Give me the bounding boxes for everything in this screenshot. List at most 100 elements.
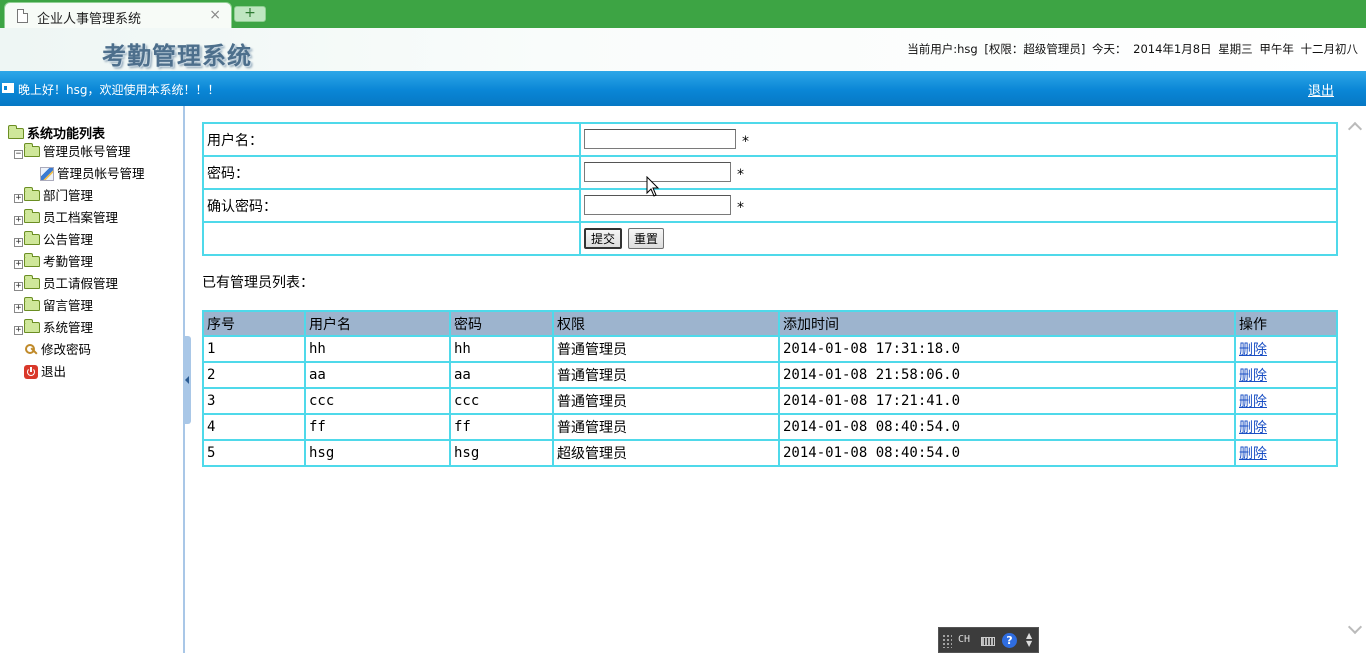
sidebar-item-admin-accounts[interactable]: − 管理员帐号管理 (14, 143, 131, 161)
new-tab-button[interactable]: + (234, 6, 266, 22)
keyboard-icon[interactable] (981, 637, 995, 646)
user-info: 当前用户:hsg [权限：超级管理员] 今天： 2014年1月8日 星期三 甲午… (904, 41, 1358, 57)
app-header: 考勤管理系统 当前用户:hsg [权限：超级管理员] 今天： 2014年1月8日… (0, 28, 1366, 71)
table-row: 3 ccc ccc 普通管理员 2014-01-08 17:21:41.0 删除 (203, 388, 1337, 414)
cell-username: ff (305, 414, 450, 440)
admin-list-table: 序号 用户名 密码 权限 添加时间 操作 1 hh hh 普通管理员 2014-… (202, 310, 1338, 467)
delete-link[interactable]: 删除 (1239, 342, 1267, 358)
ime-options-icon[interactable]: ▲ ▼ (1026, 632, 1032, 648)
sidebar-item-employee-records[interactable]: + 员工档案管理 (14, 209, 118, 227)
folder-open-icon (24, 143, 40, 157)
cell-action: 删除 (1235, 440, 1337, 466)
expand-icon[interactable]: + (14, 216, 23, 225)
sidebar-item-logout[interactable]: 退出 (24, 363, 66, 381)
vertical-scrollbar[interactable] (1346, 106, 1366, 653)
drag-grip-icon[interactable] (942, 634, 952, 648)
add-admin-form: 用户名： * 密码： * 确认密码： * 提交 重置 (202, 122, 1338, 256)
cell-role: 普通管理员 (553, 414, 779, 440)
column-header-action: 操作 (1235, 311, 1337, 336)
cell-password: ccc (450, 388, 553, 414)
username-input[interactable] (584, 129, 736, 149)
sidebar-item-label: 员工请假管理 (43, 276, 119, 291)
document-icon (17, 9, 28, 23)
confirm-password-label: 确认密码： (203, 189, 580, 222)
expand-icon[interactable]: + (14, 194, 23, 203)
year-ganzhi: 甲午年 (1259, 42, 1294, 56)
edit-page-icon (40, 167, 54, 181)
cell-action: 删除 (1235, 362, 1337, 388)
folder-icon (24, 319, 40, 333)
sidebar-item-departments[interactable]: + 部门管理 (14, 187, 93, 205)
folder-icon (24, 209, 40, 223)
cell-added-time: 2014-01-08 08:40:54.0 (779, 440, 1235, 466)
cell-username: hsg (305, 440, 450, 466)
table-header-row: 序号 用户名 密码 权限 添加时间 操作 (203, 311, 1337, 336)
sidebar-item-label: 系统管理 (43, 320, 94, 335)
browser-tab[interactable]: 企业人事管理系统 × (4, 2, 232, 28)
password-cell: * (580, 156, 1337, 189)
today-label: 今天： (1091, 42, 1127, 56)
collapse-icon[interactable]: − (14, 150, 23, 159)
scroll-down-icon[interactable] (1347, 619, 1363, 635)
cell-password: hh (450, 336, 553, 362)
help-icon[interactable]: ? (1002, 633, 1017, 648)
sidebar-item-messages[interactable]: + 留言管理 (14, 297, 93, 315)
confirm-password-input[interactable] (584, 195, 731, 215)
scroll-up-icon[interactable] (1347, 121, 1363, 137)
sidebar-item-label: 留言管理 (43, 298, 94, 313)
logout-link[interactable]: 退出 (1308, 80, 1334, 99)
delete-link[interactable]: 删除 (1239, 394, 1267, 410)
cell-no: 5 (203, 440, 305, 466)
expand-icon[interactable]: + (14, 260, 23, 269)
sidebar-item-leave[interactable]: + 员工请假管理 (14, 275, 118, 293)
column-header-password: 密码 (450, 311, 553, 336)
sidebar-item-attendance[interactable]: + 考勤管理 (14, 253, 93, 271)
sidebar-item-label: 退出 (41, 364, 67, 379)
tree-root[interactable]: 系统功能列表 (8, 123, 105, 142)
sidebar: 系统功能列表 − 管理员帐号管理 管理员帐号管理 + 部门管理 + 员工档案管理 + 公… (0, 106, 185, 653)
sidebar-item-system[interactable]: + 系统管理 (14, 319, 93, 337)
folder-icon (24, 187, 40, 201)
welcome-bar: 晚上好！hsg，欢迎使用本系统！！！ 退出 (0, 71, 1366, 106)
sidebar-item-announcements[interactable]: + 公告管理 (14, 231, 93, 249)
expand-icon[interactable]: + (14, 282, 23, 291)
cell-password: ff (450, 414, 553, 440)
ime-language[interactable]: CH (958, 634, 970, 645)
sidebar-item-label: 管理员帐号管理 (43, 144, 131, 159)
today-date: 2014年1月8日 (1133, 42, 1212, 56)
current-user: 当前用户:hsg (907, 42, 978, 56)
folder-open-icon (8, 125, 24, 139)
close-tab-icon[interactable]: × (209, 7, 221, 23)
cell-username: ccc (305, 388, 450, 414)
sidebar-item-change-password[interactable]: 修改密码 (24, 341, 91, 359)
expand-icon[interactable]: + (14, 238, 23, 247)
cell-no: 2 (203, 362, 305, 388)
required-mark: * (737, 200, 744, 216)
column-header-no: 序号 (203, 311, 305, 336)
sidebar-subitem-admin-accounts[interactable]: 管理员帐号管理 (40, 165, 145, 183)
sidebar-item-label: 修改密码 (41, 342, 92, 357)
expand-icon[interactable]: + (14, 304, 23, 313)
delete-link[interactable]: 删除 (1239, 420, 1267, 436)
system-title: 考勤管理系统 (102, 41, 252, 70)
sidebar-collapse-handle[interactable] (184, 336, 191, 424)
expand-icon[interactable]: + (14, 326, 23, 335)
folder-icon (24, 297, 40, 311)
empty-cell (203, 222, 580, 255)
user-permission: [权限：超级管理员] (984, 42, 1086, 56)
delete-link[interactable]: 删除 (1239, 446, 1267, 462)
submit-button[interactable]: 提交 (584, 228, 623, 249)
form-row-password: 密码： * (203, 156, 1337, 189)
cell-added-time: 2014-01-08 08:40:54.0 (779, 414, 1235, 440)
delete-link[interactable]: 删除 (1239, 368, 1267, 384)
password-label: 密码： (203, 156, 580, 189)
form-row-username: 用户名： * (203, 123, 1337, 156)
sidebar-item-label: 员工档案管理 (43, 210, 119, 225)
cell-no: 3 (203, 388, 305, 414)
cell-password: aa (450, 362, 553, 388)
cell-no: 4 (203, 414, 305, 440)
username-cell: * (580, 123, 1337, 156)
column-header-added-time: 添加时间 (779, 311, 1235, 336)
reset-button[interactable]: 重置 (628, 228, 665, 249)
weekday: 星期三 (1218, 42, 1253, 56)
